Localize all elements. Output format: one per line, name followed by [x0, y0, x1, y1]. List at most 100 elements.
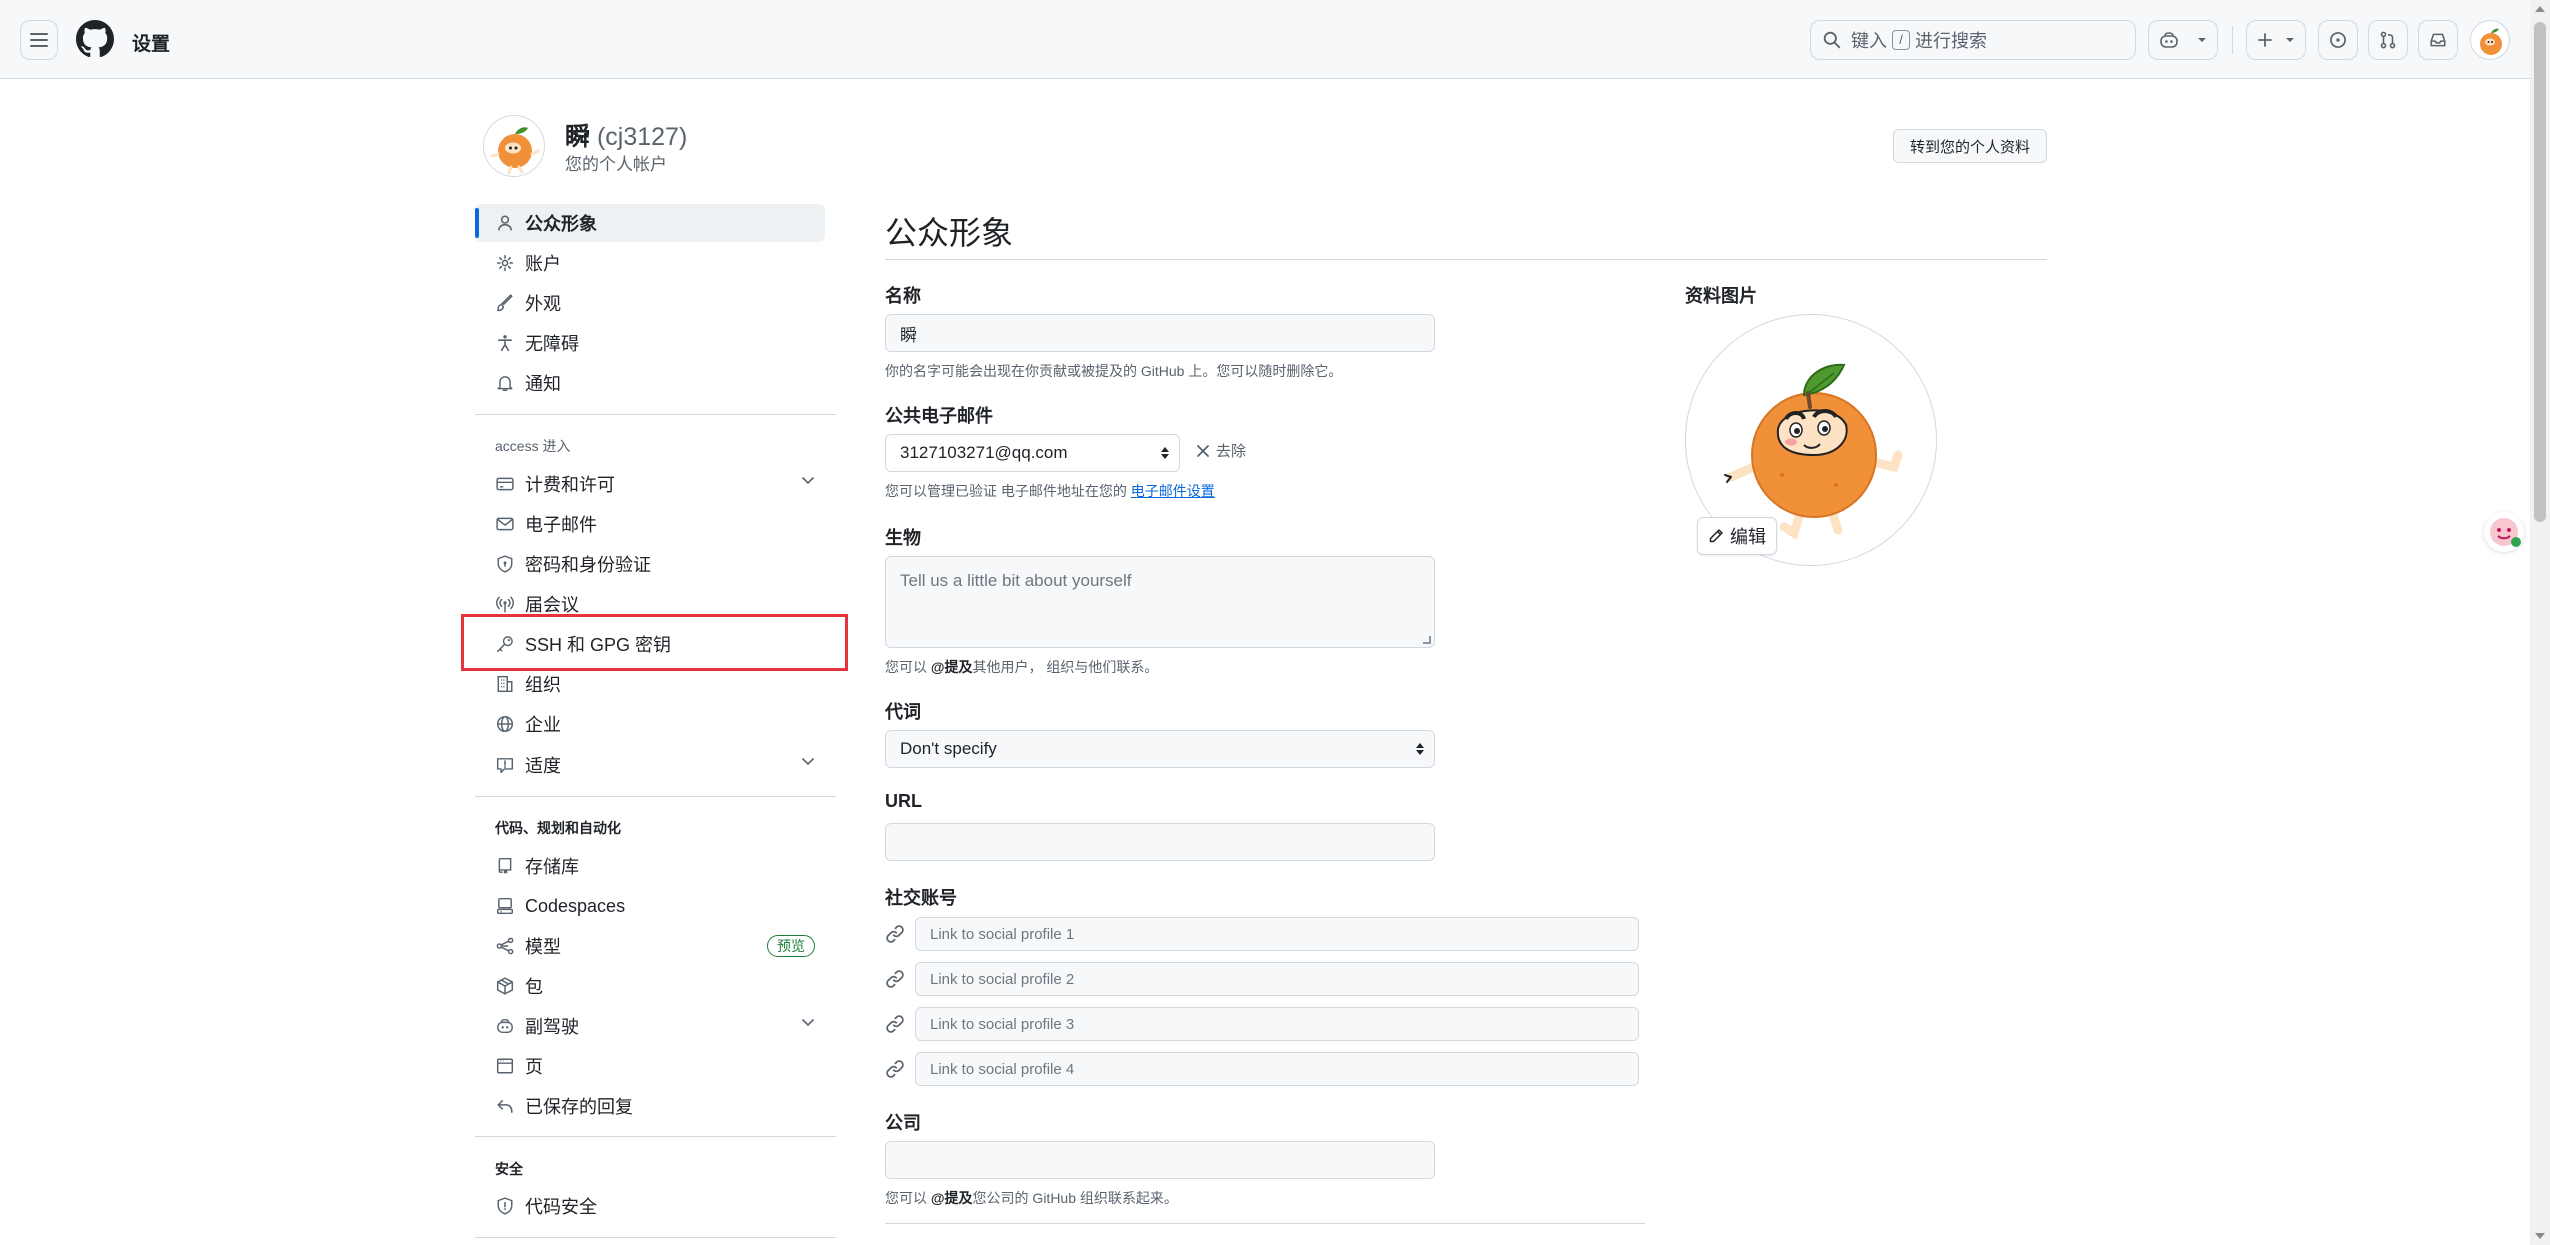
sidebar-item-label: 副驾驶: [525, 1017, 579, 1037]
url-field[interactable]: [885, 823, 1435, 861]
sidebar-item-appearance[interactable]: 外观: [475, 284, 825, 322]
copilot-button[interactable]: [2148, 20, 2218, 60]
sidebar-item-moderation[interactable]: 适度: [475, 746, 825, 784]
shield-lock-icon: [495, 554, 515, 574]
bio-placeholder: Tell us a little bit about yourself: [900, 571, 1132, 590]
pronouns-value: Don't specify: [900, 739, 997, 758]
highlight-annotation-box: [461, 614, 848, 671]
link-icon: [886, 970, 904, 988]
social-profile-3-field[interactable]: Link to social profile 3: [915, 1007, 1639, 1041]
sidebar-item-code-security[interactable]: 代码安全: [475, 1187, 825, 1225]
scroll-down-arrow[interactable]: [2535, 1233, 2545, 1239]
sidebar-item-label: 代码安全: [525, 1197, 597, 1217]
pull-requests-button[interactable]: [2368, 20, 2408, 60]
social-profile-2-field[interactable]: Link to social profile 2: [915, 962, 1639, 996]
paintbrush-icon: [495, 293, 515, 313]
public-email-select[interactable]: 3127103271@qq.com: [885, 434, 1180, 472]
menu-button[interactable]: [20, 20, 58, 60]
sidebar-item-copilot[interactable]: 副驾驶: [475, 1007, 825, 1045]
remove-label: 去除: [1216, 443, 1247, 460]
inbox-icon: [2430, 33, 2446, 47]
user-avatar-button[interactable]: [2470, 20, 2510, 60]
close-icon: [1197, 444, 1209, 457]
search-shortcut-key: /: [1892, 30, 1910, 50]
credit-card-icon: [495, 474, 515, 494]
sidebar-item-label: 适度: [525, 756, 561, 776]
bio-textarea[interactable]: Tell us a little bit about yourself: [885, 556, 1435, 648]
sidebar-item-label: 企业: [525, 715, 561, 735]
sidebar-item-label: 组织: [525, 675, 561, 695]
bio-help-mention: @提及: [930, 659, 973, 675]
search-hint-suffix: 进行搜索: [1915, 31, 1987, 51]
sidebar-item-accessibility[interactable]: 无障碍: [475, 324, 825, 362]
company-help-mention: @提及: [930, 1190, 973, 1206]
pronouns-select[interactable]: Don't specify: [885, 730, 1435, 768]
orange-avatar-icon: [2480, 28, 2502, 55]
link-icon: [886, 1015, 904, 1033]
social-profile-4-field[interactable]: Link to social profile 4: [915, 1052, 1639, 1086]
issues-button[interactable]: [2318, 20, 2358, 60]
preview-badge: 预览: [767, 935, 815, 957]
sidebar-item-label: 公众形象: [525, 214, 597, 234]
social-profile-1-field[interactable]: Link to social profile 1: [915, 917, 1639, 951]
edit-picture-button[interactable]: 编辑: [1697, 517, 1777, 555]
search-input[interactable]: 键入 / 进行搜索: [1810, 20, 2136, 60]
accessibility-icon: [495, 333, 515, 353]
issue-icon: [2330, 32, 2346, 48]
sidebar-heading-security: 安全: [495, 1161, 523, 1177]
name-field[interactable]: 瞬: [885, 314, 1435, 352]
remove-email-button[interactable]: 去除: [1196, 440, 1246, 461]
search-hint: 键入 / 进行搜索: [1851, 27, 1987, 53]
sidebar-item-label: Codespaces: [525, 895, 626, 916]
sidebar-item-label: 存储库: [525, 857, 579, 877]
menu-icon: [30, 33, 48, 47]
scroll-thumb[interactable]: [2534, 22, 2546, 522]
sidebar-item-pages[interactable]: 页: [475, 1047, 825, 1085]
public-email-label: 公共电子邮件: [885, 406, 993, 426]
account-type: 您的个人帐户: [565, 155, 667, 174]
ai-model-icon: [495, 936, 515, 956]
sidebar-item-password-auth[interactable]: 密码和身份验证: [475, 545, 825, 583]
browser-icon: [495, 1056, 515, 1076]
account-name[interactable]: 瞬 (cj3127): [565, 117, 687, 153]
sidebar-item-enterprises[interactable]: 企业: [475, 705, 825, 743]
company-field[interactable]: [885, 1141, 1435, 1179]
pencil-icon: [1709, 529, 1723, 543]
sidebar-item-label: 电子邮件: [525, 515, 597, 535]
sidebar-item-notifications[interactable]: 通知: [475, 364, 825, 402]
sidebar-item-packages[interactable]: 包: [475, 967, 825, 1005]
goto-profile-button[interactable]: 转到您的个人资料: [1893, 129, 2047, 163]
chevron-down-icon: [801, 757, 815, 766]
sidebar-item-codespaces[interactable]: Codespaces: [475, 887, 825, 925]
resize-grip-icon[interactable]: [1423, 636, 1431, 644]
company-help-suffix: 您公司的 GitHub 组织联系起来。: [972, 1190, 1178, 1206]
email-help-text: 您可以管理已验证 电子邮件地址在您的 电子邮件设置: [885, 481, 1215, 501]
page-scrollbar[interactable]: [2530, 0, 2550, 1245]
sidebar-item-account[interactable]: 账户: [475, 244, 825, 282]
social-accounts-label: 社交账号: [885, 888, 957, 908]
chevron-down-icon: [2198, 38, 2206, 42]
bio-help-text: 您可以 @提及其他用户， 组织与他们联系。: [885, 657, 1158, 677]
scroll-up-arrow[interactable]: [2535, 6, 2545, 12]
sidebar-item-label: 页: [525, 1057, 543, 1077]
name-label: 名称: [885, 286, 921, 306]
sidebar-item-email[interactable]: 电子邮件: [475, 505, 825, 543]
sidebar-item-models[interactable]: 模型 预览: [475, 927, 825, 965]
bell-icon: [495, 373, 515, 393]
chevron-down-icon: [801, 1018, 815, 1027]
sidebar-item-saved-replies[interactable]: 已保存的回复: [475, 1087, 825, 1125]
select-arrows-icon: [1416, 743, 1424, 755]
sidebar-item-public-profile[interactable]: 公众形象: [475, 204, 825, 242]
page-title[interactable]: 设置: [132, 29, 170, 56]
bio-help-prefix: 您可以: [885, 659, 927, 675]
sidebar-divider: [475, 796, 836, 797]
create-new-button[interactable]: [2246, 20, 2306, 60]
floating-assistant-widget[interactable]: [2484, 512, 2524, 552]
inbox-button[interactable]: [2418, 20, 2458, 60]
profile-picture-label: 资料图片: [1685, 286, 1757, 306]
email-settings-link[interactable]: 电子邮件设置: [1131, 483, 1215, 499]
search-icon: [1823, 31, 1841, 49]
github-logo-icon[interactable]: [76, 20, 114, 58]
sidebar-item-repositories[interactable]: 存储库: [475, 847, 825, 885]
sidebar-item-billing[interactable]: 计费和许可: [475, 465, 825, 503]
